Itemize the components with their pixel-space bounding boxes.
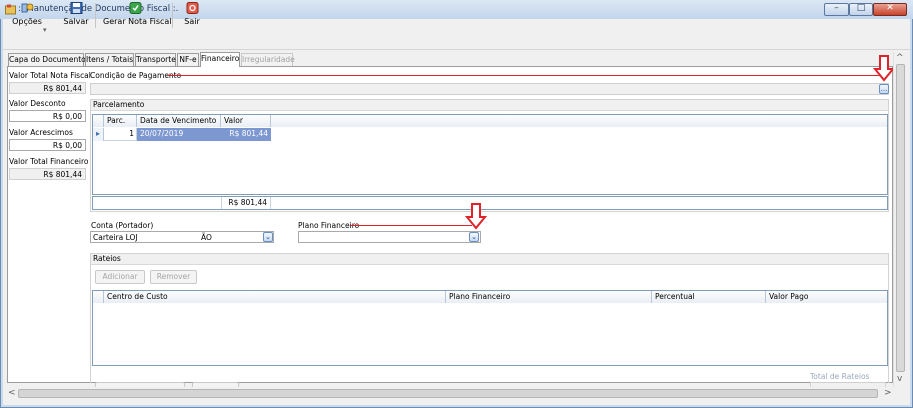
column-header-plano-financeiro[interactable]: Plano Financeiro bbox=[446, 291, 652, 303]
toolbar-separator bbox=[172, 3, 173, 28]
exit-button[interactable]: Sair bbox=[180, 2, 204, 30]
rateios-label: Rateios bbox=[91, 254, 888, 265]
horizontal-scroll-thumb[interactable] bbox=[18, 389, 878, 398]
conta-portador-label: Conta (Portador) bbox=[91, 221, 154, 230]
grid-corner bbox=[93, 291, 104, 303]
column-header-centro-custo[interactable]: Centro de Custo bbox=[104, 291, 446, 303]
column-header-percentual[interactable]: Percentual bbox=[652, 291, 766, 303]
table-cell-data[interactable]: 20/07/2019 bbox=[137, 128, 221, 141]
tab-capa-documento[interactable]: Capa do Documento bbox=[8, 53, 86, 66]
tab-nfe[interactable]: NF-e bbox=[177, 53, 199, 66]
exit-icon bbox=[186, 2, 198, 14]
options-button[interactable]: Opções bbox=[10, 2, 44, 30]
acrescimos-label: Valor Acrescimos bbox=[9, 128, 73, 137]
plano-financeiro-select[interactable] bbox=[298, 231, 481, 243]
annotation-line bbox=[168, 75, 883, 76]
parcelamento-label: Parcelamento bbox=[91, 100, 888, 111]
tab-financeiro[interactable]: Financeiro bbox=[200, 52, 240, 67]
red-arrow-icon bbox=[873, 55, 895, 82]
table-cell-parc[interactable]: 1 bbox=[104, 128, 137, 141]
tab-transporte[interactable]: Transporte bbox=[135, 53, 176, 66]
tab-itens-totais[interactable]: Itens / Totais bbox=[85, 53, 134, 66]
desconto-field[interactable]: R$ 0,00 bbox=[9, 110, 86, 122]
save-icon bbox=[70, 2, 82, 14]
grid-corner bbox=[93, 115, 104, 127]
adicionar-button[interactable]: Adicionar bbox=[95, 270, 145, 284]
chevron-down-icon[interactable]: ⌄ bbox=[469, 232, 479, 242]
close-button[interactable]: ✕ bbox=[873, 3, 907, 16]
parcelamento-total-row bbox=[92, 196, 888, 210]
condicao-pagamento-field[interactable] bbox=[90, 83, 889, 95]
column-header-filler bbox=[271, 115, 887, 127]
vertical-scroll-thumb[interactable] bbox=[896, 64, 905, 372]
total-financeiro-label: Valor Total Financeiro bbox=[9, 157, 89, 166]
options-dropdown-arrow[interactable]: ▾ bbox=[43, 26, 47, 34]
column-header-parc[interactable]: Parc. bbox=[104, 115, 137, 127]
generate-invoice-button[interactable]: Gerar Nota Fiscal bbox=[103, 2, 172, 30]
conta-portador-select[interactable]: Carteira LOJ ÃO bbox=[90, 231, 274, 243]
total-nota-label: Valor Total Nota Fiscal bbox=[9, 71, 91, 80]
acrescimos-field[interactable]: R$ 0,00 bbox=[9, 139, 86, 151]
total-nota-field: R$ 801,44 bbox=[9, 82, 86, 94]
desconto-label: Valor Desconto bbox=[9, 99, 66, 108]
scroll-right-arrow[interactable]: > bbox=[884, 388, 892, 398]
save-button[interactable]: Salvar bbox=[62, 2, 90, 30]
minimize-button[interactable]: – bbox=[824, 3, 849, 16]
annotation-line bbox=[350, 225, 472, 226]
options-icon bbox=[21, 3, 33, 13]
total-rateios-label: Total de Rateios bbox=[810, 372, 870, 381]
row-indicator[interactable]: ▸ bbox=[93, 128, 104, 141]
toolbar-separator bbox=[95, 3, 96, 28]
red-arrow-icon bbox=[465, 203, 487, 230]
column-header-valor[interactable]: Valor bbox=[221, 115, 271, 127]
tab-irregularidade[interactable]: Irregularidade bbox=[241, 53, 295, 66]
scroll-down-arrow[interactable]: v bbox=[897, 374, 902, 384]
maximize-button[interactable]: □ bbox=[849, 3, 873, 16]
table-cell-valor[interactable]: R$ 801,44 bbox=[221, 128, 271, 141]
scroll-left-arrow[interactable]: < bbox=[8, 388, 16, 398]
scroll-up-arrow[interactable]: ^ bbox=[896, 53, 904, 63]
parcelamento-total-value: R$ 801,44 bbox=[221, 197, 271, 209]
column-header-data-vencimento[interactable]: Data de Vencimento bbox=[137, 115, 221, 127]
total-financeiro-field: R$ 801,44 bbox=[9, 168, 86, 180]
generate-invoice-icon bbox=[129, 2, 141, 14]
remover-button[interactable]: Remover bbox=[150, 270, 197, 284]
condicao-pagamento-lookup-button[interactable]: ... bbox=[879, 84, 889, 94]
chevron-down-icon[interactable]: ⌄ bbox=[263, 232, 273, 242]
column-header-valor-pago[interactable]: Valor Pago bbox=[766, 291, 887, 303]
